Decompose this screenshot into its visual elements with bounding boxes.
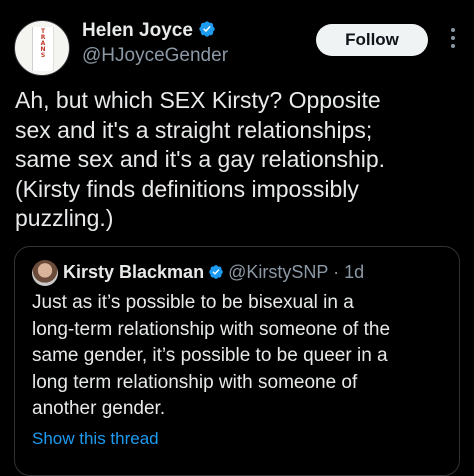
author-handle[interactable]: @HJoyceGender xyxy=(82,45,228,67)
show-thread-link[interactable]: Show this thread xyxy=(32,429,159,449)
author-avatar[interactable]: T R A N S xyxy=(14,20,70,76)
book-cover-image: T R A N S xyxy=(32,27,54,71)
author-name-text[interactable]: Helen Joyce xyxy=(82,20,193,41)
quoted-tweet-text: Just as it’s possible to be bisexual in … xyxy=(32,292,391,419)
verified-badge-icon xyxy=(209,265,223,279)
verified-badge-icon xyxy=(199,21,215,37)
follow-button[interactable]: Follow xyxy=(316,24,428,56)
quoted-author-name: Kirsty Blackman xyxy=(63,262,205,282)
quoted-tweet-timestamp: 1d xyxy=(344,262,365,282)
more-options-icon[interactable] xyxy=(448,28,458,54)
quoted-author-handle: @KirstySNP xyxy=(228,262,329,282)
book-cover-letters: T R A N S xyxy=(40,28,46,59)
more-dot-icon xyxy=(451,44,455,48)
tweet: T R A N S Helen Joyce @HJoyceGender Foll… xyxy=(0,0,474,476)
separator-dot: · xyxy=(333,262,340,282)
tweet-text: Ah, but which SEX Kirsty? Opposite sex a… xyxy=(15,87,386,231)
more-dot-icon xyxy=(451,36,455,40)
more-dot-icon xyxy=(451,28,455,32)
quoted-tweet[interactable]: Kirsty Blackman @KirstySNP · 1d Just as … xyxy=(14,246,460,476)
quoted-tweet-header: Kirsty Blackman @KirstySNP · 1d xyxy=(63,262,364,283)
author-display-name[interactable]: Helen Joyce xyxy=(82,20,216,42)
quoted-author-avatar xyxy=(32,260,58,286)
